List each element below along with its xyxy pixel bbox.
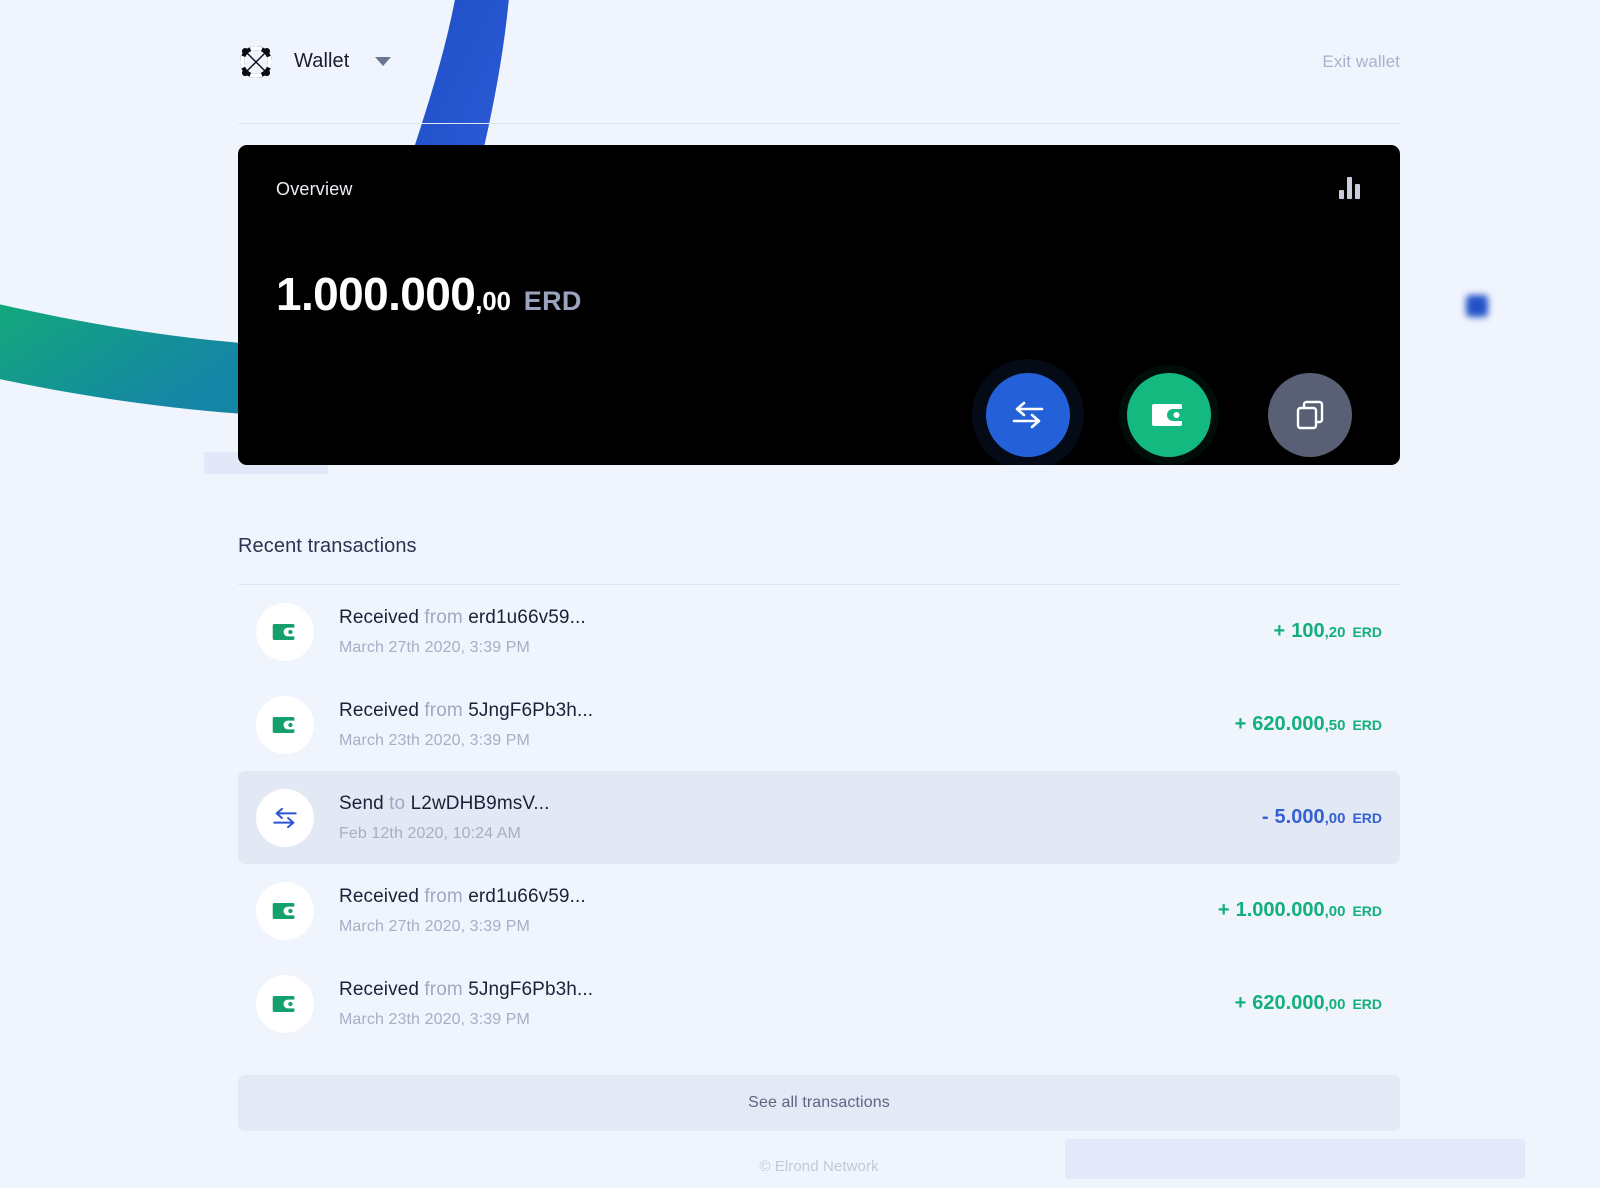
transaction-timestamp: March 23th 2020, 3:39 PM <box>339 731 530 749</box>
transaction-amount-currency: ERD <box>1352 996 1382 1012</box>
balance-integer: 1.000.000 <box>276 268 476 320</box>
transaction-direction: Received <box>339 699 420 721</box>
transaction-amount-sign: - <box>1261 806 1269 828</box>
wallet-icon <box>272 716 297 733</box>
overview-card: Overview 1.000.000 ,00 ERD 835 ,39 USD 2… <box>238 145 1400 465</box>
receive-button-circle[interactable] <box>1127 373 1211 457</box>
transaction-direction: Send <box>339 792 384 814</box>
transaction-amount: + 620.000 ,50 ERD <box>1235 713 1382 736</box>
balance-display: 1.000.000 ,00 ERD <box>276 267 582 321</box>
transaction-row[interactable]: Received from 5JngF6Pb3h... March 23th 2… <box>238 957 1400 1050</box>
transaction-amount-currency: ERD <box>1352 624 1382 640</box>
elrond-logo-icon <box>239 45 273 78</box>
transaction-row[interactable]: Received from 5JngF6Pb3h... March 23th 2… <box>238 678 1400 771</box>
transaction-amount-sign: + <box>1217 899 1230 921</box>
copy-button-circle[interactable] <box>1268 373 1352 457</box>
action-buttons: Send Receive <box>986 373 1352 465</box>
transaction-timestamp: Feb 12th 2020, 10:24 AM <box>339 824 521 842</box>
transaction-amount-currency: ERD <box>1352 717 1382 733</box>
transaction-direction: Received <box>339 978 420 1000</box>
transaction-row[interactable]: Received from erd1u66v59... March 27th 2… <box>238 864 1400 957</box>
transaction-timestamp: March 27th 2020, 3:39 PM <box>339 638 530 656</box>
transaction-type-avatar <box>256 974 314 1033</box>
transaction-summary: Received from 5JngF6Pb3h... <box>339 979 1235 1001</box>
wallet-icon <box>1152 404 1185 426</box>
balance-decimal: ,00 <box>475 286 511 316</box>
transaction-amount-integer: 620.000 <box>1252 992 1325 1014</box>
transaction-amount: + 100 ,20 ERD <box>1274 620 1382 643</box>
transaction-address: 5JngF6Pb3h... <box>468 978 594 1000</box>
send-arrows-icon <box>1012 401 1044 429</box>
wallet-icon <box>272 623 297 640</box>
transaction-amount-integer: 5.000 <box>1274 806 1325 828</box>
brand-area: Wallet <box>238 44 392 80</box>
wallet-dashboard: Wallet Exit wallet Overview 1.000.000 ,0… <box>0 0 1600 1188</box>
transaction-amount-decimal: ,00 <box>1324 810 1346 827</box>
send-button[interactable]: Send <box>986 373 1070 465</box>
recent-transactions-title: Recent transactions <box>238 535 1400 585</box>
transaction-address: erd1u66v59... <box>468 606 586 628</box>
app-header: Wallet Exit wallet <box>238 0 1400 124</box>
transaction-amount-sign: + <box>1273 620 1286 642</box>
transaction-details: Received from erd1u66v59... March 27th 2… <box>339 607 1274 657</box>
send-arrows-icon <box>273 807 297 828</box>
wallet-icon <box>272 995 297 1012</box>
transaction-row[interactable]: Received from erd1u66v59... March 27th 2… <box>238 585 1400 678</box>
copyright-text: © Elrond Network <box>759 1158 879 1175</box>
transaction-amount-integer: 1.000.000 <box>1235 899 1325 921</box>
transaction-preposition: to <box>389 792 406 814</box>
transaction-timestamp: March 27th 2020, 3:39 PM <box>339 917 530 935</box>
copy-icon <box>1296 400 1324 430</box>
transaction-amount-currency: ERD <box>1352 903 1382 919</box>
transaction-amount-sign: + <box>1234 713 1247 735</box>
transaction-address: erd1u66v59... <box>468 885 586 907</box>
transaction-amount-integer: 620.000 <box>1252 713 1325 735</box>
transaction-preposition: from <box>424 885 463 907</box>
transaction-preposition: from <box>424 606 463 628</box>
chevron-down-icon[interactable] <box>375 57 392 66</box>
transaction-summary: Send to L2wDHB9msV... <box>339 793 1262 815</box>
transaction-amount-sign: + <box>1234 992 1247 1014</box>
transaction-amount-decimal: ,50 <box>1324 717 1346 734</box>
transaction-direction: Received <box>339 606 420 628</box>
transaction-amount: + 620.000 ,00 ERD <box>1235 992 1382 1015</box>
exit-wallet-link[interactable]: Exit wallet <box>1322 52 1400 72</box>
transaction-summary: Received from 5JngF6Pb3h... <box>339 700 1235 722</box>
transaction-details: Received from 5JngF6Pb3h... March 23th 2… <box>339 979 1235 1029</box>
transaction-amount: - 5.000 ,00 ERD <box>1262 806 1382 829</box>
see-all-transactions-button[interactable]: See all transactions <box>238 1075 1400 1131</box>
transaction-type-avatar <box>256 881 314 940</box>
transaction-amount: + 1.000.000 ,00 ERD <box>1218 899 1382 922</box>
transaction-address: 5JngF6Pb3h... <box>468 699 594 721</box>
transaction-amount-decimal: ,00 <box>1324 996 1346 1013</box>
transaction-details: Received from 5JngF6Pb3h... March 23th 2… <box>339 700 1235 750</box>
transaction-details: Send to L2wDHB9msV... Feb 12th 2020, 10:… <box>339 793 1262 843</box>
transaction-amount-currency: ERD <box>1352 810 1382 826</box>
transaction-type-avatar <box>256 695 314 754</box>
transaction-details: Received from erd1u66v59... March 27th 2… <box>339 886 1218 936</box>
wallet-icon <box>272 902 297 919</box>
receive-button[interactable]: Receive <box>1127 373 1211 465</box>
transaction-direction: Received <box>339 885 420 907</box>
copy-button[interactable]: Copy <box>1268 373 1352 465</box>
transaction-list: Received from erd1u66v59... March 27th 2… <box>238 585 1400 1050</box>
transaction-timestamp: March 23th 2020, 3:39 PM <box>339 1010 530 1028</box>
brand-name: Wallet <box>294 50 350 72</box>
transaction-preposition: from <box>424 699 463 721</box>
transaction-preposition: from <box>424 978 463 1000</box>
transaction-amount-integer: 100 <box>1291 620 1325 642</box>
send-button-circle[interactable] <box>986 373 1070 457</box>
transaction-type-avatar <box>256 602 314 661</box>
transaction-summary: Received from erd1u66v59... <box>339 607 1274 629</box>
transaction-amount-decimal: ,00 <box>1324 903 1346 920</box>
transaction-amount-decimal: ,20 <box>1324 624 1346 641</box>
transaction-address: L2wDHB9msV... <box>410 792 550 814</box>
bar-chart-icon[interactable] <box>1339 177 1360 199</box>
transaction-type-avatar <box>256 788 314 847</box>
overview-title: Overview <box>276 179 353 199</box>
transaction-summary: Received from erd1u66v59... <box>339 886 1218 908</box>
transaction-row[interactable]: Send to L2wDHB9msV... Feb 12th 2020, 10:… <box>238 771 1400 864</box>
recent-transactions-section: Recent transactions Received from erd1u6… <box>238 535 1400 1175</box>
balance-currency: ERD <box>523 286 582 316</box>
